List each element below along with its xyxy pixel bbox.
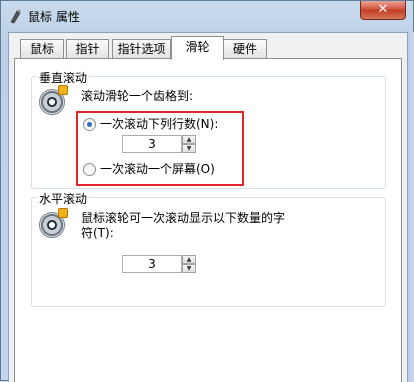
tab-label: 指针选项 [117, 42, 166, 56]
wheel-badge-icon [58, 208, 68, 218]
close-icon: ✕ [377, 2, 389, 17]
horizontal-scroll-prompt-line2: 符(T): [81, 226, 114, 240]
close-button[interactable]: ✕ [360, 1, 406, 20]
tab-mouse-buttons[interactable]: 鼠标键 [20, 39, 64, 74]
horizontal-scrolling-title: 水平滚动 [37, 190, 90, 207]
chars-count-input[interactable]: 3 [122, 255, 182, 273]
mouse-properties-window: 鼠标 属性 ✕ 鼠标键 指针 指针选项 滑轮 硬件 垂直滚动 滚动滑轮一个齿格到… [0, 0, 414, 382]
mouse-app-icon [7, 8, 23, 24]
vertical-scrolling-title: 垂直滚动 [37, 69, 90, 86]
tab-pointer-options[interactable]: 指针选项 [112, 39, 171, 58]
window-right-frame [408, 32, 414, 382]
tab-pointers[interactable]: 指针 [66, 39, 109, 58]
vertical-scroll-prompt: 滚动滑轮一个齿格到: [81, 89, 194, 103]
tab-label: 硬件 [232, 42, 257, 56]
tab-label: 滑轮 [185, 40, 210, 54]
wheel-badge-icon [58, 85, 68, 95]
chars-spinner: ▲ ▼ [182, 255, 196, 273]
window-title: 鼠标 属性 [28, 10, 80, 24]
chars-up-arrow-icon[interactable]: ▲ [182, 255, 196, 264]
tab-wheel[interactable]: 滑轮 [171, 36, 224, 60]
chars-down-arrow-icon[interactable]: ▼ [182, 264, 196, 273]
red-highlight-box [76, 111, 244, 186]
tab-label: 指针 [75, 42, 100, 56]
horizontal-scroll-prompt-line1: 鼠标滚轮可一次滚动显示以下数量的字 [81, 211, 286, 225]
title-bar[interactable]: 鼠标 属性 [1, 1, 413, 31]
tab-hardware[interactable]: 硬件 [223, 39, 267, 58]
